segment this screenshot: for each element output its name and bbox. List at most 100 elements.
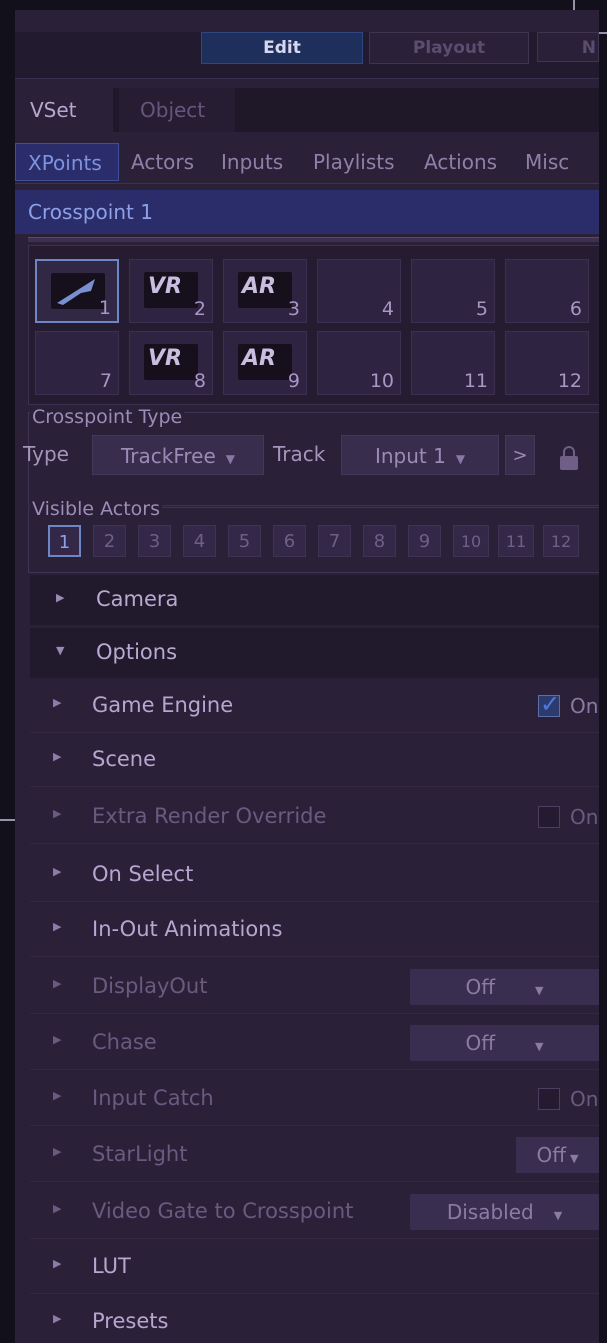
crosspoint-type-title: Crosspoint Type [30,406,185,428]
tab-xpoints[interactable]: XPoints [15,143,119,181]
actor-toggle-1[interactable]: 1 [48,525,81,557]
input-catch-checkbox[interactable] [538,1088,560,1110]
crosspoint-6[interactable]: 6 [505,259,589,323]
crosspoint-number: 8 [193,370,206,392]
actor-toggle-10[interactable]: 10 [453,525,489,557]
crosspoint-2[interactable]: VR 2 [129,259,213,323]
displayout-value: Off [465,975,496,999]
edit-mode-button[interactable]: Edit [201,32,363,64]
chase-value: Off [465,1031,496,1055]
actor-toggle-2[interactable]: 2 [93,525,126,557]
track-glyph [57,279,95,305]
tab-vset[interactable]: VSet [15,88,113,132]
camera-label: Camera [96,587,179,611]
chevron-down-icon: ▼ [535,984,544,997]
video-gate-label: Video Gate to Crosspoint [92,1199,354,1223]
tab-object[interactable]: Object [119,88,235,132]
starlight-row[interactable]: ▶ StarLight Off ▼ [30,1128,599,1182]
options-section-header[interactable]: ▼ Options [30,628,599,678]
displayout-dropdown[interactable]: Off ▼ [410,969,599,1005]
mode-bar: Edit Playout N [15,32,599,79]
crosspoint-5[interactable]: 5 [411,259,495,323]
in-out-animations-row[interactable]: ▶ In-Out Animations [30,903,599,957]
tab-playlists[interactable]: Playlists [313,143,395,181]
crosspoint-number: 12 [557,370,582,392]
video-gate-value: Disabled [446,1200,534,1224]
lut-label: LUT [92,1254,131,1278]
actor-toggle-6[interactable]: 6 [273,525,306,557]
crosspoint-8[interactable]: VR 8 [129,331,213,395]
extra-render-override-row[interactable]: ▶ Extra Render Override On [30,790,599,844]
crosspoint-title[interactable]: Crosspoint 1 [15,190,599,234]
main-panel: Edit Playout N VSet Object XPoints Actor… [15,10,599,1343]
actor-toggle-5[interactable]: 5 [228,525,261,557]
tab-actions[interactable]: Actions [424,143,497,181]
crosspoint-3[interactable]: AR 3 [223,259,307,323]
type-value: TrackFree [120,444,216,468]
caret-down-icon: ▼ [56,644,65,657]
actor-toggle-3[interactable]: 3 [138,525,171,557]
chevron-down-icon: ▼ [225,452,235,466]
game-engine-checkbox[interactable] [538,690,560,718]
caret-right-icon: ▶ [53,920,62,933]
crosspoint-number: 4 [381,298,394,320]
ar-icon: AR [238,344,292,380]
video-gate-dropdown[interactable]: Disabled ▼ [410,1194,599,1230]
vr-glyph: VR [148,346,182,371]
on-select-row[interactable]: ▶ On Select [30,848,599,902]
chase-dropdown[interactable]: Off ▼ [410,1025,599,1061]
vr-icon: VR [144,344,198,380]
starlight-dropdown[interactable]: Off ▼ [516,1137,599,1173]
actor-toggle-4[interactable]: 4 [183,525,216,557]
ar-glyph: AR [242,274,276,299]
game-engine-row[interactable]: ▶ Game Engine On [30,679,599,733]
tab-inputs[interactable]: Inputs [221,143,283,181]
track-value: Input 1 [374,444,446,468]
presets-row[interactable]: ▶ Presets [30,1295,599,1343]
input-catch-row[interactable]: ▶ Input Catch On [30,1072,599,1126]
caret-right-icon: ▶ [53,807,62,820]
video-gate-row[interactable]: ▶ Video Gate to Crosspoint Disabled ▼ [30,1185,599,1239]
track-dropdown[interactable]: Input 1 ▼ [341,435,499,475]
third-mode-button[interactable]: N [537,32,599,62]
crosspoint-9[interactable]: AR 9 [223,331,307,395]
caret-right-icon: ▶ [53,1312,62,1325]
starlight-value: Off [536,1143,567,1167]
next-track-button[interactable]: > [505,435,535,475]
actor-toggle-8[interactable]: 8 [363,525,396,557]
scene-label: Scene [92,747,157,771]
crosspoint-7[interactable]: 7 [35,331,119,395]
actor-toggle-11[interactable]: 11 [498,525,534,557]
actor-toggle-12[interactable]: 12 [543,525,579,557]
crosspoint-1[interactable]: 1 [35,259,119,323]
crosspoint-number: 2 [193,298,206,320]
tab-misc[interactable]: Misc [525,143,569,181]
crosspoint-12[interactable]: 12 [505,331,589,395]
playout-mode-button[interactable]: Playout [369,32,529,64]
presets-label: Presets [92,1309,169,1333]
crosspoint-number: 9 [287,370,300,392]
actor-toggle-9[interactable]: 9 [408,525,441,557]
actor-toggle-7[interactable]: 7 [318,525,351,557]
track-icon [51,273,105,309]
crosspoint-10[interactable]: 10 [317,331,401,395]
type-dropdown[interactable]: TrackFree ▼ [92,435,264,475]
crosspoint-11[interactable]: 11 [411,331,495,395]
displayout-row[interactable]: ▶ DisplayOut Off ▼ [30,960,599,1014]
tab-actors[interactable]: Actors [131,143,194,181]
divider [28,237,599,242]
ar-icon: AR [238,272,292,308]
visible-actors-title: Visible Actors [30,498,162,520]
camera-section-header[interactable]: ▶ Camera [30,575,599,625]
extra-render-override-checkbox[interactable] [538,806,560,828]
lut-row[interactable]: ▶ LUT [30,1240,599,1294]
game-engine-on-label: On [570,694,599,718]
scene-row[interactable]: ▶ Scene [30,733,599,787]
chase-row[interactable]: ▶ Chase Off ▼ [30,1016,599,1070]
lock-icon[interactable] [560,446,578,470]
vr-icon: VR [144,272,198,308]
vr-glyph: VR [148,274,182,299]
chevron-down-icon: ▼ [570,1152,579,1165]
crosspoint-4[interactable]: 4 [317,259,401,323]
crosspoint-number: 3 [287,298,300,320]
